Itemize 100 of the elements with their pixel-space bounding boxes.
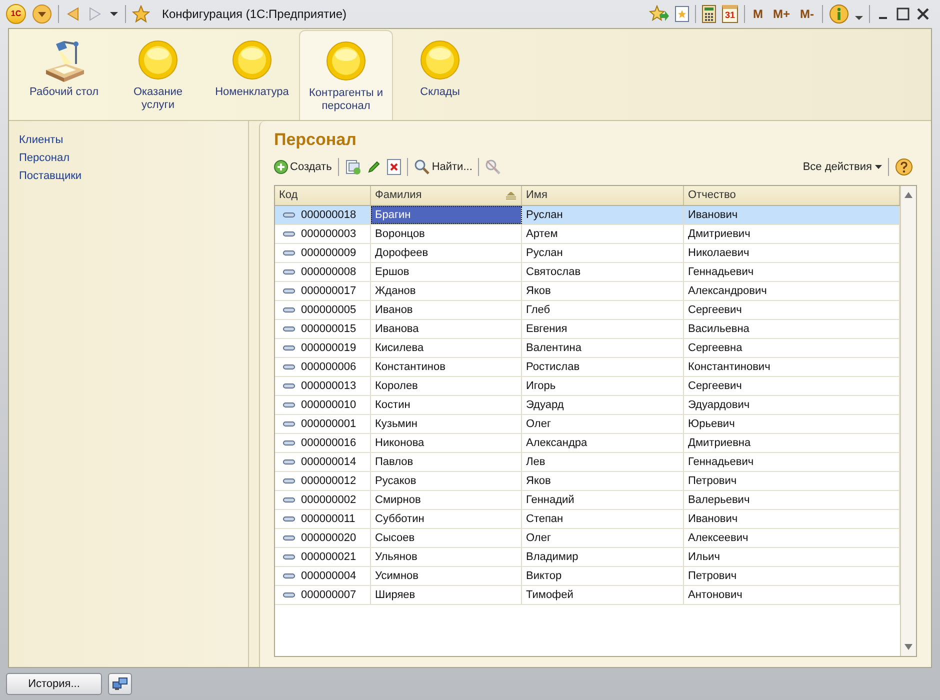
table-cell: Русаков: [371, 472, 522, 490]
table-cell: Виктор: [522, 567, 684, 585]
table-cell: Руслан: [522, 244, 684, 262]
sort-icon: [505, 192, 517, 200]
table-cell: Дорофеев: [371, 244, 522, 262]
table-cell: Кузьмин: [371, 415, 522, 433]
table-cell-text: 000000002: [301, 492, 356, 508]
table-cell-text: 000000009: [301, 246, 356, 261]
table-cell-text: 000000020: [301, 530, 356, 546]
table-row[interactable]: 000000009 Дорофеев Руслан Николаевич: [275, 244, 900, 263]
column-header[interactable]: Код: [275, 186, 371, 205]
table-cell: Брагин: [371, 206, 522, 224]
section-tab[interactable]: Оказание услуги: [111, 30, 205, 120]
column-header[interactable]: Фамилия: [371, 186, 522, 205]
table-cell: Смирнов: [371, 491, 522, 509]
table-row[interactable]: 000000004 Усимнов Виктор Петрович: [275, 567, 900, 586]
plus-icon: [274, 160, 288, 174]
table-cell: Олег: [522, 415, 684, 433]
caret-icon: [875, 164, 882, 170]
history-button[interactable]: История...: [6, 673, 102, 695]
section-tab[interactable]: Контрагенты и персонал: [299, 30, 393, 120]
table-row[interactable]: 000000006 Константинов Ростислав Константинович: [275, 358, 900, 377]
table-cell: Игорь: [522, 377, 684, 395]
memory-button[interactable]: M: [750, 5, 765, 23]
table-cell: Степан: [522, 510, 684, 528]
table-row[interactable]: 000000002 Смирнов Геннадий Валерьевич: [275, 491, 900, 510]
info-icon[interactable]: [829, 4, 849, 24]
star-icon[interactable]: [132, 5, 150, 23]
table-row[interactable]: 000000012 Русаков Яков Петрович: [275, 472, 900, 491]
navigation-link[interactable]: Поставщики: [19, 169, 238, 183]
table-cell: Олег: [522, 529, 684, 547]
table-cell: Воронцов: [371, 225, 522, 243]
circle-icon: [418, 38, 462, 82]
table-row[interactable]: 000000015 Иванова Евгения Васильевна: [275, 320, 900, 339]
favorite-document-icon[interactable]: [674, 6, 689, 22]
table-cell-text: 000000017: [301, 284, 356, 299]
section-tab[interactable]: Номенклатура: [205, 30, 299, 120]
table-row[interactable]: 000000003 Воронцов Артем Дмитриевич: [275, 225, 900, 244]
item-icon: [283, 440, 295, 446]
calendar-icon[interactable]: 31: [722, 5, 738, 23]
item-icon: [283, 307, 295, 313]
star-arrow-icon[interactable]: [648, 5, 669, 23]
table-cell: Тимофей: [522, 586, 684, 604]
memory-button[interactable]: M+: [770, 5, 792, 23]
table-cell-text: 000000019: [301, 340, 356, 356]
table-row[interactable]: 000000001 Кузьмин Олег Юрьевич: [275, 415, 900, 434]
search-icon: [414, 159, 430, 175]
table-cell: Костин: [371, 396, 522, 414]
table-cell: Руслан: [522, 206, 684, 224]
navigation-link[interactable]: Персонал: [19, 151, 238, 165]
table-row[interactable]: 000000016 Никонова Александра Дмитриевна: [275, 434, 900, 453]
table-row[interactable]: 000000018 Брагин Руслан Иванович: [275, 206, 900, 225]
table-cell-text: 000000021: [301, 550, 356, 565]
all-actions-button[interactable]: Все действия: [802, 158, 882, 176]
table-row[interactable]: 000000021 Ульянов Владимир Ильич: [275, 548, 900, 567]
table-row[interactable]: 000000020 Сысоев Олег Алексеевич: [275, 529, 900, 548]
table-row[interactable]: 000000013 Королев Игорь Сергеевич: [275, 377, 900, 396]
help-icon[interactable]: [895, 158, 913, 176]
table-cell-text: 000000015: [301, 322, 356, 337]
close-icon[interactable]: [916, 7, 930, 21]
scrollbar[interactable]: [900, 186, 916, 656]
table-cell: Кисилева: [371, 339, 522, 357]
table-cell-text: 000000003: [301, 226, 356, 242]
copy-icon[interactable]: [344, 159, 361, 175]
table-row[interactable]: 000000010 Костин Эдуард Эдуардович: [275, 396, 900, 415]
table-cell: Иванов: [371, 301, 522, 319]
item-icon: [283, 497, 295, 503]
pencil-icon[interactable]: [366, 160, 381, 174]
create-button[interactable]: Создать: [274, 158, 332, 176]
table-row[interactable]: 000000011 Субботин Степан Иванович: [275, 510, 900, 529]
item-icon: [283, 383, 295, 389]
menu-icon[interactable]: [32, 4, 52, 24]
table-cell: Константинов: [371, 358, 522, 376]
column-header[interactable]: Имя: [522, 186, 684, 205]
logo[interactable]: 1С: [6, 4, 26, 24]
section-tab[interactable]: Рабочий стол: [17, 30, 111, 120]
item-icon: [283, 554, 295, 560]
table-row[interactable]: 000000017 Жданов Яков Александрович: [275, 282, 900, 301]
table-cell: Королев: [371, 377, 522, 395]
calculator-icon[interactable]: [702, 5, 716, 23]
table-row[interactable]: 000000007 Ширяев Тимофей Антонович: [275, 586, 900, 605]
table-cell: Владимир: [522, 548, 684, 566]
section-tab[interactable]: Склады: [393, 30, 487, 120]
item-icon: [283, 535, 295, 541]
delete-icon[interactable]: [386, 159, 401, 175]
table-row[interactable]: 000000005 Иванов Глеб Сергеевич: [275, 301, 900, 320]
table-cell-text: 000000016: [301, 436, 356, 451]
table-row[interactable]: 000000019 Кисилева Валентина Сергеевна: [275, 339, 900, 358]
table-cell-text: 000000011: [301, 512, 356, 527]
table-cell: Сысоев: [371, 529, 522, 547]
find-button[interactable]: Найти...: [414, 158, 472, 176]
navigation-link[interactable]: Клиенты: [19, 133, 238, 147]
computers-icon: [112, 677, 128, 691]
item-icon: [283, 478, 295, 484]
maximize-icon[interactable]: [896, 7, 910, 21]
table-cell: Геннадий: [522, 491, 684, 509]
memory-button[interactable]: M-: [798, 5, 816, 23]
table-row[interactable]: 000000008 Ершов Святослав Геннадьевич: [275, 263, 900, 282]
table-row[interactable]: 000000014 Павлов Лев Геннадьевич: [275, 453, 900, 472]
network-button[interactable]: [108, 673, 132, 695]
